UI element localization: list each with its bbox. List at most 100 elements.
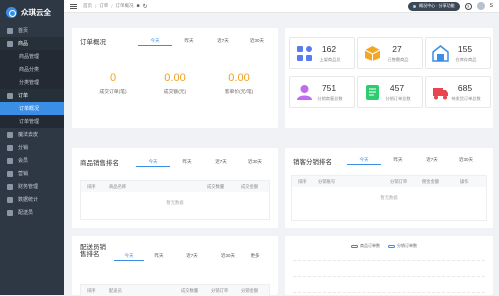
stat-tile-warehouse[interactable]: 155 仓库存商品 xyxy=(425,37,491,69)
sidebar-item-label: 财务管理 xyxy=(18,184,39,190)
courier-rank-title: 配送员销售排名 xyxy=(80,244,106,258)
tab-7days[interactable]: 近7天 xyxy=(415,157,449,165)
stat-tile-listed[interactable]: 162 上架商品总 xyxy=(289,37,355,69)
sidebar-item-product-manage[interactable]: 商品管理 xyxy=(0,50,64,63)
sidebar-item-label: 分销 xyxy=(18,145,29,151)
courier-rank-table: 排序 配送员 成交数量 分销订单 分销金额 xyxy=(80,284,270,296)
finance-icon xyxy=(7,183,13,190)
sidebar-item-distribution[interactable]: 分销 xyxy=(0,141,64,154)
sidebar-menu: 首页 商品 商品管理 商品分类 分类管理 订单 订单概况 订单管理 魔法去皮 分… xyxy=(0,24,64,219)
sidebar-item-label: 数据统计 xyxy=(18,197,39,203)
sidebar-item-label: 营销 xyxy=(18,171,29,177)
sidebar-item-order-manage[interactable]: 订单管理 xyxy=(0,115,64,128)
distributor-rank-table: 排序 分销账号 分销订单 佣金金额 操作 暂无数据 xyxy=(291,175,487,221)
tab-today[interactable]: 今天 xyxy=(136,159,170,167)
tab-7days[interactable]: 近7天 xyxy=(206,38,240,46)
chart-gridline xyxy=(293,276,485,277)
sidebar-item-products[interactable]: 商品 xyxy=(0,37,64,50)
legend-label: 商品订单数 xyxy=(360,243,380,248)
tab-7days[interactable]: 近7天 xyxy=(174,253,210,261)
chart-gridline xyxy=(293,292,485,293)
tab-7days[interactable]: 近7天 xyxy=(204,159,238,167)
legend-swatch xyxy=(388,244,395,248)
tab-yesterday[interactable]: 昨天 xyxy=(170,159,204,167)
table-header: 排序 分销账号 分销订单 佣金金额 操作 xyxy=(292,176,486,187)
marketing-icon xyxy=(7,170,13,177)
stat-value: 685 xyxy=(457,83,473,93)
stat-tile-distributors[interactable]: 751 分销商客总数 xyxy=(289,76,355,108)
column-header: 配送员 xyxy=(109,287,122,293)
tab-today[interactable]: 今天 xyxy=(138,38,172,46)
sidebar-item-statistics[interactable]: 数据统计 xyxy=(0,193,64,206)
sidebar-item-members[interactable]: 会员 xyxy=(0,154,64,167)
column-header: 商品名称 xyxy=(109,183,127,189)
pill-label: 概况中心 · 分享功能 xyxy=(419,3,455,8)
sidebar-item-category-manage[interactable]: 分类管理 xyxy=(0,76,64,89)
sidebar-item-finance[interactable]: 财务管理 xyxy=(0,180,64,193)
breadcrumb-home[interactable]: 首页 xyxy=(83,3,92,9)
help-icon[interactable]: ? xyxy=(464,2,472,10)
avatar[interactable] xyxy=(476,2,485,10)
sidebar-item-order-overview[interactable]: 订单概况 xyxy=(0,102,64,115)
sidebar-item-home[interactable]: 首页 xyxy=(0,24,64,37)
lock-icon[interactable]: ■ xyxy=(137,3,140,9)
tab-yesterday[interactable]: 昨天 xyxy=(381,157,415,165)
breadcrumb-separator: / xyxy=(111,3,113,9)
sidebar-item-orders[interactable]: 订单 xyxy=(0,89,64,102)
logo[interactable]: 众琪云全 xyxy=(0,0,64,24)
tab-today[interactable]: 今天 xyxy=(347,157,381,165)
order-overview-title: 订单概况 xyxy=(80,39,106,46)
legend-item[interactable]: 商品订单数 xyxy=(351,243,380,249)
sidebar-item-label: 首页 xyxy=(18,28,29,34)
tab-more[interactable]: 更多 xyxy=(246,253,264,261)
column-header: 排序 xyxy=(298,178,307,184)
stat-label: 上架商品总 xyxy=(319,57,341,62)
column-header: 成交数量 xyxy=(181,287,199,293)
column-header: 分销订单 xyxy=(211,287,229,293)
kpi-orders: 0 成交订单(笔) xyxy=(90,72,136,95)
stat-value: 162 xyxy=(321,44,337,54)
legend-item[interactable]: 分销订单数 xyxy=(388,243,417,249)
column-header: 分销账号 xyxy=(318,178,336,184)
chart-gridline xyxy=(293,260,485,261)
tab-30days[interactable]: 近30天 xyxy=(240,38,274,46)
empty-state: 暂无数据 xyxy=(166,200,184,205)
sidebar-item-couriers[interactable]: 配送员 xyxy=(0,206,64,219)
tab-30days[interactable]: 近30天 xyxy=(238,159,272,167)
courier-icon xyxy=(7,209,13,216)
sidebar-item-marketing[interactable]: 营销 xyxy=(0,167,64,180)
sidebar-item-label: 分类管理 xyxy=(19,80,40,86)
column-header: 分销金额 xyxy=(241,287,259,293)
logo-icon xyxy=(6,6,17,18)
chart-icon xyxy=(7,196,13,203)
tab-30days[interactable]: 近30天 xyxy=(210,253,246,261)
legend-swatch xyxy=(351,244,358,248)
menu-toggle-icon[interactable] xyxy=(70,3,77,9)
tab-yesterday[interactable]: 昨天 xyxy=(144,253,174,261)
distributor-rank-tabs: 今天 昨天 近7天 近30天 xyxy=(347,157,483,165)
sidebar-item-product-category[interactable]: 商品分类 xyxy=(0,63,64,76)
top-bar: 首页 / 订单 / 订单概况 ■ ↻ 概况中心 · 分享功能 ? S xyxy=(64,0,499,13)
trend-chart-card: 商品订单数 分销订单数 xyxy=(285,236,493,295)
magic-icon xyxy=(7,131,13,138)
courier-rank-card: 配送员销售排名 今天 昨天 近7天 近30天 更多 排序 配送员 成交数量 分销… xyxy=(72,236,278,296)
tab-today[interactable]: 今天 xyxy=(114,253,144,261)
kpi-label: 客单价(元/笔) xyxy=(224,90,254,95)
share-icon xyxy=(7,144,13,151)
kpi-avg-price: 0.00 客单价(元/笔) xyxy=(214,72,264,95)
stat-tile-pending-ship[interactable]: 685 待发货订单总数 xyxy=(425,76,491,108)
stat-tile-soldout[interactable]: 27 已售罄商品 xyxy=(357,37,423,69)
feature-pill-button[interactable]: 概况中心 · 分享功能 xyxy=(408,1,460,11)
breadcrumb-orders[interactable]: 订单 xyxy=(99,3,108,9)
sidebar-item-label: 商品 xyxy=(18,41,29,47)
user-initial[interactable]: S xyxy=(490,3,493,9)
refresh-icon[interactable]: ↻ xyxy=(143,3,148,10)
sidebar-item-magic[interactable]: 魔法去皮 xyxy=(0,128,64,141)
column-header: 佣金金额 xyxy=(422,178,440,184)
sidebar-item-label: 魔法去皮 xyxy=(18,132,39,138)
tab-yesterday[interactable]: 昨天 xyxy=(172,38,206,46)
tab-30days[interactable]: 近30天 xyxy=(449,157,483,165)
sidebar-item-label: 配送员 xyxy=(18,210,34,216)
chart-legend: 商品订单数 分销订单数 xyxy=(351,243,417,249)
stat-tile-dist-orders[interactable]: 457 分销订单总数 xyxy=(357,76,423,108)
